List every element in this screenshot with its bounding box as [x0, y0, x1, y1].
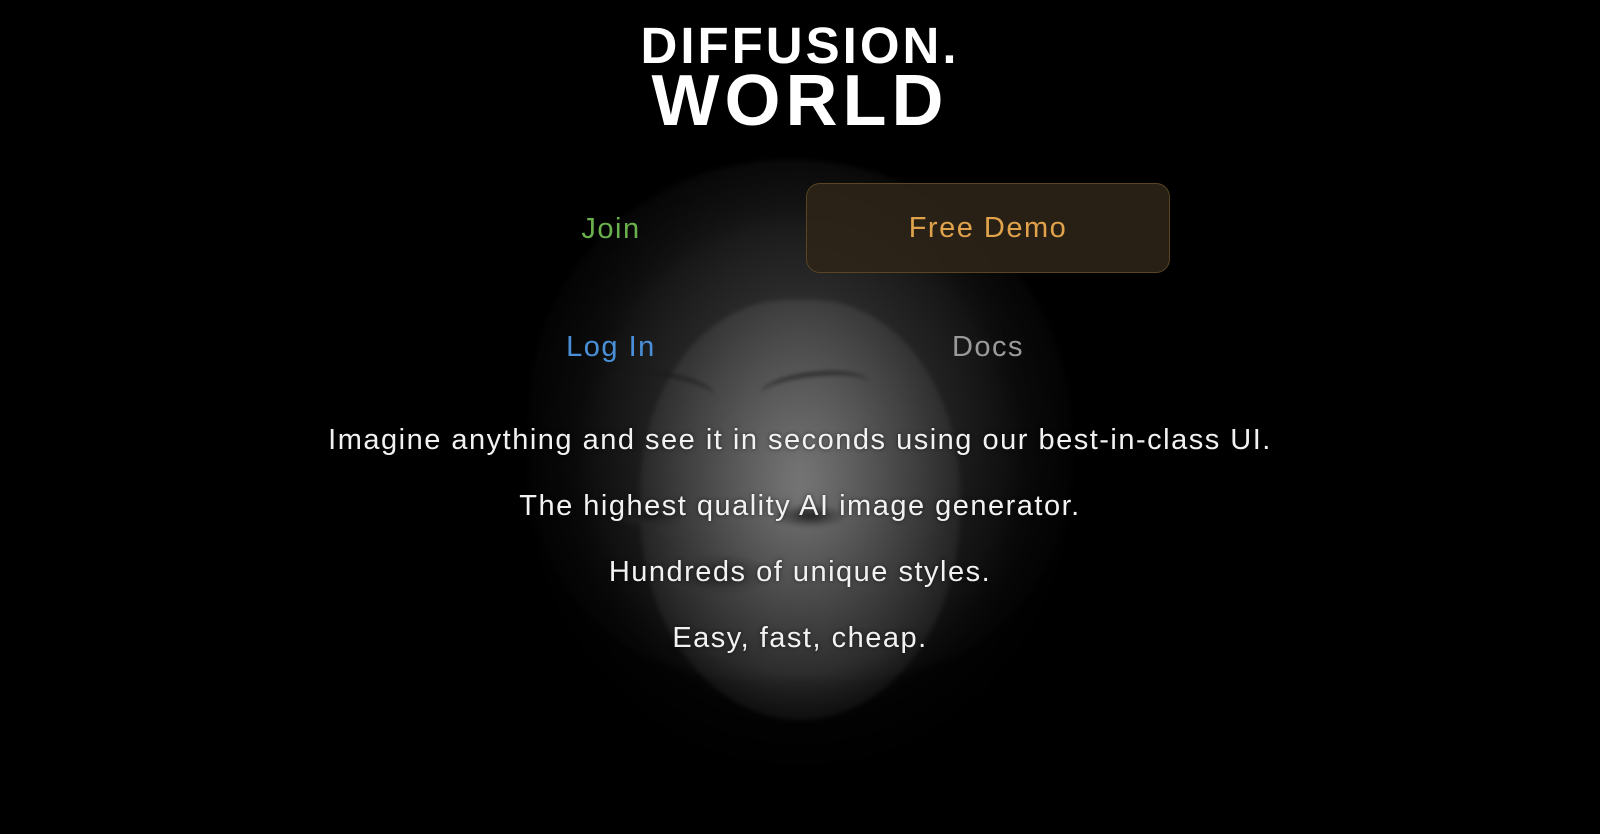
tagline-item: Easy, fast, cheap. [672, 622, 928, 654]
tagline-item: Hundreds of unique styles. [608, 556, 992, 588]
docs-label: Docs [951, 330, 1025, 363]
landing-page: DIFFUSION. WORLD Join Free Demo Log In D… [0, 0, 1600, 834]
free-demo-button[interactable]: Free Demo [806, 183, 1170, 273]
login-label: Log In [566, 330, 656, 363]
join-button[interactable]: Join [460, 184, 762, 274]
tagline-item: The highest quality AI image generator. [519, 490, 1081, 522]
free-demo-label: Free Demo [908, 211, 1068, 244]
site-logo[interactable]: DIFFUSION. WORLD [0, 20, 1600, 137]
tagline-item: Imagine anything and see it in seconds u… [328, 424, 1272, 456]
join-label: Join [581, 212, 641, 245]
logo-line-2: WORLD [651, 61, 949, 141]
login-link[interactable]: Log In [460, 302, 762, 392]
tagline-list: Imagine anything and see it in seconds u… [0, 420, 1600, 684]
docs-link[interactable]: Docs [806, 302, 1170, 392]
